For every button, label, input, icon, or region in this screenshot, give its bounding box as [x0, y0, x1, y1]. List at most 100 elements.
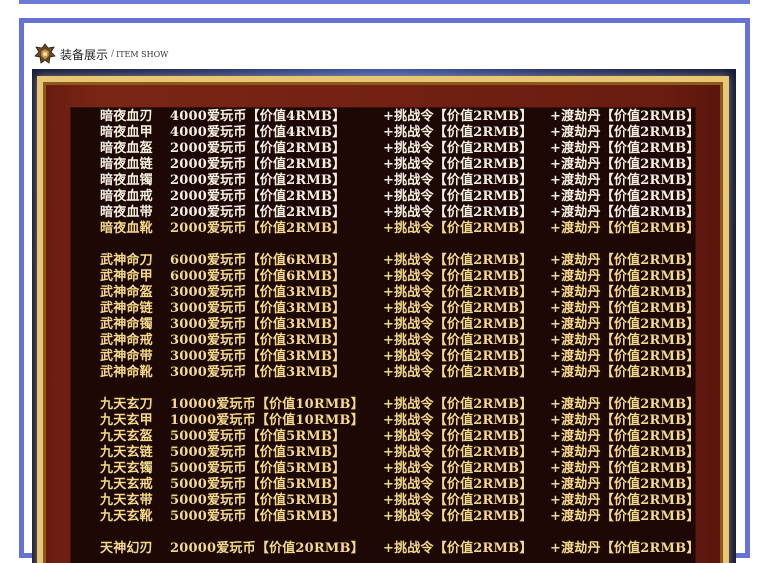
item-row: 武神命盔 3000爱玩币【价值3RMB】 +挑战令【价值2RMB】 +渡劫丹【价值2R…	[100, 285, 700, 301]
item-name: 九天玄靴	[100, 509, 153, 524]
set-divider	[100, 237, 700, 253]
item-row: 天神幻刃 20000爱玩币【价值20RMB】 +挑战令【价值2RMB】 +渡劫丹【价值…	[100, 541, 700, 557]
item-name: 九天玄链	[100, 445, 153, 460]
item-price: 2000爱玩币【价值2RMB】	[170, 221, 346, 236]
top-border-strip	[19, 0, 750, 4]
item-challenge-bonus: +挑战令【价值2RMB】	[383, 333, 533, 348]
item-list: 暗夜血刃 4000爱玩币【价值4RMB】 +挑战令【价值2RMB】 +渡劫丹【价值2R…	[100, 109, 700, 557]
item-row: 九天玄甲 10000爱玩币【价值10RMB】 +挑战令【价值2RMB】 +渡劫丹【价值…	[100, 413, 700, 429]
item-pill-bonus: +渡劫丹【价值2RMB】	[550, 141, 700, 156]
red-frame: 暗夜血刃 4000爱玩币【价值4RMB】 +挑战令【价值2RMB】 +渡劫丹【价值2R…	[46, 85, 720, 563]
crest-icon	[34, 43, 56, 64]
title-separator: /	[111, 49, 115, 59]
item-row: 武神命镯 3000爱玩币【价值3RMB】 +挑战令【价值2RMB】 +渡劫丹【价值2R…	[100, 317, 700, 333]
item-pill-bonus: +渡劫丹【价值2RMB】	[550, 445, 700, 460]
item-row: 武神命戒 3000爱玩币【价值3RMB】 +挑战令【价值2RMB】 +渡劫丹【价值2R…	[100, 333, 700, 349]
item-challenge-bonus: +挑战令【价值2RMB】	[383, 509, 533, 524]
item-price: 5000爱玩币【价值5RMB】	[170, 493, 346, 508]
item-price: 5000爱玩币【价值5RMB】	[170, 461, 346, 476]
item-name: 九天玄镯	[100, 461, 153, 476]
item-row: 九天玄盔 5000爱玩币【价值5RMB】 +挑战令【价值2RMB】 +渡劫丹【价值2R…	[100, 429, 700, 445]
item-name: 武神命盔	[100, 285, 153, 300]
item-pill-bonus: +渡劫丹【价值2RMB】	[550, 493, 700, 508]
item-row: 暗夜血靴 2000爱玩币【价值2RMB】 +挑战令【价值2RMB】 +渡劫丹【价值2R…	[100, 221, 700, 237]
item-price: 3000爱玩币【价值3RMB】	[170, 333, 346, 348]
item-challenge-bonus: +挑战令【价值2RMB】	[383, 413, 533, 428]
item-challenge-bonus: +挑战令【价值2RMB】	[383, 269, 533, 284]
set-divider	[100, 525, 700, 541]
item-name: 九天玄甲	[100, 413, 153, 428]
item-name: 暗夜血靴	[100, 221, 153, 236]
item-row: 暗夜血戒 2000爱玩币【价值2RMB】 +挑战令【价值2RMB】 +渡劫丹【价值2R…	[100, 189, 700, 205]
item-pill-bonus: +渡劫丹【价值2RMB】	[550, 365, 700, 380]
item-price: 4000爱玩币【价值4RMB】	[170, 109, 346, 124]
item-pill-bonus: +渡劫丹【价值2RMB】	[550, 333, 700, 348]
item-list-board: 暗夜血刃 4000爱玩币【价值4RMB】 +挑战令【价值2RMB】 +渡劫丹【价值2R…	[70, 107, 699, 563]
item-challenge-bonus: +挑战令【价值2RMB】	[383, 189, 533, 204]
item-name: 武神命戒	[100, 333, 153, 348]
item-price: 3000爱玩币【价值3RMB】	[170, 349, 346, 364]
item-row: 九天玄戒 5000爱玩币【价值5RMB】 +挑战令【价值2RMB】 +渡劫丹【价值2R…	[100, 477, 700, 493]
item-price: 5000爱玩币【价值5RMB】	[170, 477, 346, 492]
item-pill-bonus: +渡劫丹【价值2RMB】	[550, 461, 700, 476]
item-name: 暗夜血甲	[100, 125, 153, 140]
item-pill-bonus: +渡劫丹【价值2RMB】	[550, 269, 700, 284]
item-name: 天神幻刃	[100, 541, 153, 556]
item-challenge-bonus: +挑战令【价值2RMB】	[383, 205, 533, 220]
item-pill-bonus: +渡劫丹【价值2RMB】	[550, 509, 700, 524]
item-price: 5000爱玩币【价值5RMB】	[170, 509, 346, 524]
item-price: 3000爱玩币【价值3RMB】	[170, 317, 346, 332]
item-row: 九天玄镯 5000爱玩币【价值5RMB】 +挑战令【价值2RMB】 +渡劫丹【价值2R…	[100, 461, 700, 477]
item-name: 九天玄盔	[100, 429, 153, 444]
item-challenge-bonus: +挑战令【价值2RMB】	[383, 397, 533, 412]
item-pill-bonus: +渡劫丹【价值2RMB】	[550, 189, 700, 204]
item-row: 武神命刀 6000爱玩币【价值6RMB】 +挑战令【价值2RMB】 +渡劫丹【价值2R…	[100, 253, 700, 269]
item-pill-bonus: +渡劫丹【价值2RMB】	[550, 301, 700, 316]
item-name: 暗夜血链	[100, 157, 153, 172]
item-price: 5000爱玩币【价值5RMB】	[170, 429, 346, 444]
item-challenge-bonus: +挑战令【价值2RMB】	[383, 109, 533, 124]
item-challenge-bonus: +挑战令【价值2RMB】	[383, 301, 533, 316]
item-pill-bonus: +渡劫丹【价值2RMB】	[550, 477, 700, 492]
item-price: 2000爱玩币【价值2RMB】	[170, 141, 346, 156]
item-challenge-bonus: +挑战令【价值2RMB】	[383, 445, 533, 460]
item-challenge-bonus: +挑战令【价值2RMB】	[383, 477, 533, 492]
item-price: 5000爱玩币【价值5RMB】	[170, 445, 346, 460]
panel-subtitle: ITEM SHOW	[116, 49, 169, 59]
item-row: 暗夜血刃 4000爱玩币【价值4RMB】 +挑战令【价值2RMB】 +渡劫丹【价值2R…	[100, 109, 700, 125]
item-name: 武神命链	[100, 301, 153, 316]
item-name: 武神命甲	[100, 269, 153, 284]
item-name: 九天玄刀	[100, 397, 153, 412]
item-row: 武神命靴 3000爱玩币【价值3RMB】 +挑战令【价值2RMB】 +渡劫丹【价值2R…	[100, 365, 700, 381]
item-pill-bonus: +渡劫丹【价值2RMB】	[550, 253, 700, 268]
item-challenge-bonus: +挑战令【价值2RMB】	[383, 173, 533, 188]
item-row: 暗夜血盔 2000爱玩币【价值2RMB】 +挑战令【价值2RMB】 +渡劫丹【价值2R…	[100, 141, 700, 157]
item-challenge-bonus: +挑战令【价值2RMB】	[383, 317, 533, 332]
item-name: 暗夜血带	[100, 205, 153, 220]
item-price: 2000爱玩币【价值2RMB】	[170, 189, 346, 204]
item-pill-bonus: +渡劫丹【价值2RMB】	[550, 349, 700, 364]
item-challenge-bonus: +挑战令【价值2RMB】	[383, 221, 533, 236]
item-name: 暗夜血刃	[100, 109, 153, 124]
item-banner: 暗夜血刃 4000爱玩币【价值4RMB】 +挑战令【价值2RMB】 +渡劫丹【价值2R…	[32, 69, 736, 563]
item-challenge-bonus: +挑战令【价值2RMB】	[383, 157, 533, 172]
item-name: 暗夜血盔	[100, 141, 153, 156]
item-price: 10000爱玩币【价值10RMB】	[170, 397, 364, 412]
item-row: 九天玄靴 5000爱玩币【价值5RMB】 +挑战令【价值2RMB】 +渡劫丹【价值2R…	[100, 509, 700, 525]
item-row: 暗夜血镯 2000爱玩币【价值2RMB】 +挑战令【价值2RMB】 +渡劫丹【价值2R…	[100, 173, 700, 189]
item-pill-bonus: +渡劫丹【价值2RMB】	[550, 157, 700, 172]
set-divider	[100, 381, 700, 397]
item-pill-bonus: +渡劫丹【价值2RMB】	[550, 413, 700, 428]
item-name: 九天玄带	[100, 493, 153, 508]
item-name: 武神命靴	[100, 365, 153, 380]
item-show-panel: 装备展示 / ITEM SHOW 暗夜血刃 4000爱玩币【价值4RMB】 +挑战令…	[19, 18, 750, 563]
item-name: 暗夜血戒	[100, 189, 153, 204]
item-row: 暗夜血甲 4000爱玩币【价值4RMB】 +挑战令【价值2RMB】 +渡劫丹【价值2R…	[100, 125, 700, 141]
item-pill-bonus: +渡劫丹【价值2RMB】	[550, 429, 700, 444]
item-challenge-bonus: +挑战令【价值2RMB】	[383, 349, 533, 364]
item-challenge-bonus: +挑战令【价值2RMB】	[383, 141, 533, 156]
item-row: 九天玄刀 10000爱玩币【价值10RMB】 +挑战令【价值2RMB】 +渡劫丹【价值…	[100, 397, 700, 413]
item-pill-bonus: +渡劫丹【价值2RMB】	[550, 173, 700, 188]
item-pill-bonus: +渡劫丹【价值2RMB】	[550, 317, 700, 332]
item-name: 武神命刀	[100, 253, 153, 268]
